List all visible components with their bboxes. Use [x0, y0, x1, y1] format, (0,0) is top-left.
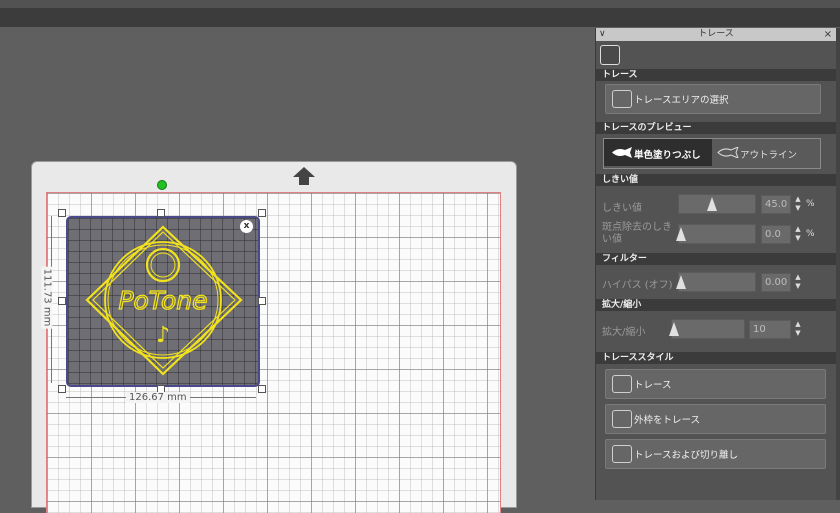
trace-detach-icon: [612, 445, 632, 463]
trace-outer-icon: [612, 410, 632, 428]
resize-handle-nw[interactable]: [58, 209, 66, 217]
highpass-slider[interactable]: [676, 272, 756, 292]
trace-area-icon: [612, 90, 632, 108]
feed-direction-arrow-icon[interactable]: [292, 166, 316, 186]
resize-handle-sw[interactable]: [58, 385, 66, 393]
threshold-input[interactable]: 45.0: [761, 195, 791, 214]
select-trace-area-label: トレースエリアの選択: [634, 95, 729, 106]
threshold-label: しきい値: [602, 203, 642, 214]
scale-slider[interactable]: [669, 319, 745, 339]
trace-style-icon: [612, 375, 632, 393]
trace-tool-icon[interactable]: [600, 45, 620, 65]
speckle-thumb[interactable]: [676, 227, 686, 241]
highpass-thumb[interactable]: [676, 275, 686, 289]
speckle-input[interactable]: 0.0: [761, 225, 791, 244]
trace-detach-label: トレースおよび切り離し: [634, 450, 739, 461]
trace-panel: ∨ トレース × トレース トレースエリアの選択 トレースのプレビュー しきい値…: [595, 28, 836, 500]
resize-handle-n[interactable]: [157, 209, 165, 217]
preview-outline-label: アウトライン: [740, 150, 798, 161]
delete-badge[interactable]: x: [240, 220, 253, 233]
toolbar-bar: [0, 8, 840, 27]
music-note-icon: ♪: [156, 323, 170, 348]
fish-outline-icon: [717, 147, 739, 158]
highpass-label: ハイパス (オフ): [602, 280, 673, 291]
speckle-unit: %: [806, 229, 815, 239]
scale-spinner[interactable]: ▲ ▼: [794, 320, 802, 339]
section-trace: トレース: [596, 69, 836, 81]
close-icon[interactable]: ×: [824, 28, 832, 41]
trace-outer-label: 外枠をトレース: [634, 415, 701, 426]
top-strip: [0, 0, 840, 8]
width-dimension: 126.67 mm: [66, 392, 256, 404]
highpass-spinner[interactable]: ▲ ▼: [794, 273, 802, 292]
traced-image[interactable]: PoTone ♪: [66, 216, 260, 387]
scale-thumb[interactable]: [669, 322, 679, 336]
preview-fill-label: 単色塗りつぶし: [634, 150, 701, 161]
panel-title: トレース: [698, 29, 734, 39]
resize-handle-w[interactable]: [58, 297, 66, 305]
threshold-spinner[interactable]: ▲ ▼: [794, 195, 802, 214]
trace-detach-button[interactable]: トレースおよび切り離し: [605, 439, 826, 469]
section-filter: フィルター: [596, 253, 836, 265]
trace-style-button[interactable]: トレース: [605, 369, 826, 399]
width-label: 126.67 mm: [126, 392, 190, 403]
preview-outline-option[interactable]: アウトライン: [712, 139, 820, 166]
preview-mode-toggle: 単色塗りつぶし アウトライン: [603, 138, 821, 169]
potone-logo: PoTone ♪: [85, 225, 243, 376]
threshold-slider[interactable]: [678, 194, 756, 214]
height-dimension: 111.73 mm: [41, 216, 58, 383]
resize-handle-ne[interactable]: [258, 209, 266, 217]
threshold-thumb[interactable]: [707, 197, 717, 211]
speckle-slider[interactable]: [676, 224, 756, 244]
scale-input[interactable]: 10: [749, 320, 791, 339]
panel-titlebar: ∨ トレース ×: [596, 28, 836, 41]
height-label: 111.73 mm: [41, 266, 53, 329]
section-threshold: しきい値: [596, 174, 836, 186]
section-preview: トレースのプレビュー: [596, 122, 836, 134]
section-style: トレーススタイル: [596, 352, 836, 364]
highpass-input[interactable]: 0.00: [761, 273, 791, 292]
select-trace-area-button[interactable]: トレースエリアの選択: [605, 84, 821, 114]
speckle-label: 斑点除去のしきい値: [602, 222, 672, 245]
trace-outer-button[interactable]: 外枠をトレース: [605, 404, 826, 434]
resize-handle-e[interactable]: [258, 297, 266, 305]
preview-fill-option[interactable]: 単色塗りつぶし: [604, 139, 712, 166]
fish-filled-icon: [612, 147, 632, 158]
threshold-unit: %: [806, 199, 815, 209]
logo-text: PoTone: [118, 286, 207, 315]
rotate-handle[interactable]: [157, 180, 167, 190]
section-scale: 拡大/縮小: [596, 299, 836, 311]
resize-handle-se[interactable]: [258, 385, 266, 393]
speckle-spinner[interactable]: ▲ ▼: [794, 225, 802, 244]
scale-label: 拡大/縮小: [602, 327, 646, 338]
trace-style-label: トレース: [634, 380, 672, 391]
